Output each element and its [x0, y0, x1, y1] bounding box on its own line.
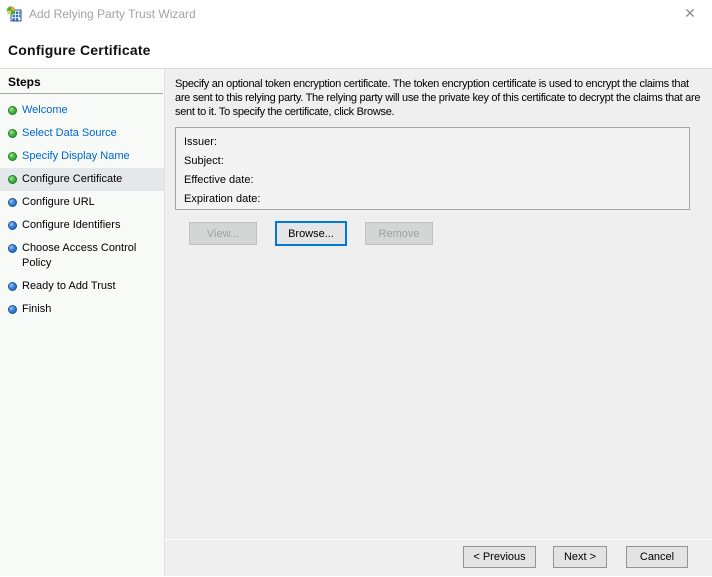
page-title: Configure Certificate [8, 41, 151, 58]
step-pending-icon [8, 244, 17, 253]
step-current-icon [8, 175, 17, 184]
previous-button[interactable]: < Previous [463, 546, 536, 568]
remove-button: Remove [365, 222, 433, 245]
step-description: Specify an optional token encryption cer… [175, 78, 701, 118]
steps-heading: Steps [0, 75, 163, 94]
step-done-icon [8, 129, 17, 138]
certificate-field-expiration-date: Expiration date: [184, 193, 261, 205]
close-icon[interactable]: ✕ [678, 2, 702, 24]
certificate-field-issuer: Issuer: [184, 136, 218, 148]
window-title: Add Relying Party Trust Wizard [29, 6, 196, 21]
sidebar-item-choose-access-control-policy: Choose Access Control Policy [0, 237, 164, 275]
main-content: Specify an optional token encryption cer… [165, 69, 712, 576]
step-pending-icon [8, 305, 17, 314]
sidebar-item-finish: Finish [0, 298, 164, 321]
next-button[interactable]: Next > [553, 546, 607, 568]
sidebar-item-specify-display-name[interactable]: Specify Display Name [0, 145, 164, 168]
certificate-field-subject: Subject: [184, 155, 224, 167]
step-done-icon [8, 152, 17, 161]
step-pending-icon [8, 221, 17, 230]
sidebar-item-ready-to-add-trust: Ready to Add Trust [0, 275, 164, 298]
sidebar-item-configure-certificate: Configure Certificate [0, 168, 164, 191]
cancel-button[interactable]: Cancel [626, 546, 688, 568]
browse-button[interactable]: Browse... [275, 221, 347, 246]
certificate-field-effective-date: Effective date: [184, 174, 254, 186]
steps-list: Welcome Select Data Source Specify Displ… [0, 99, 164, 321]
wizard-window: Add Relying Party Trust Wizard ✕ Configu… [0, 0, 712, 577]
view-button: View... [189, 222, 257, 245]
step-done-icon [8, 106, 17, 115]
certificate-details-box: Issuer: Subject: Effective date: Expirat… [175, 127, 690, 210]
footer-buttons: < Previous Next > Cancel [463, 546, 688, 568]
steps-sidebar: Steps Welcome Select Data Source Specify… [0, 69, 165, 576]
step-pending-icon [8, 282, 17, 291]
step-pending-icon [8, 198, 17, 207]
sidebar-item-welcome[interactable]: Welcome [0, 99, 164, 122]
footer-divider [165, 539, 712, 540]
adfs-icon [6, 5, 22, 22]
certificate-actions: View... Browse... Remove [175, 221, 703, 246]
page-heading-bar: Configure Certificate [0, 27, 712, 69]
sidebar-item-configure-identifiers: Configure Identifiers [0, 214, 164, 237]
title-bar: Add Relying Party Trust Wizard ✕ [0, 0, 712, 27]
sidebar-item-select-data-source[interactable]: Select Data Source [0, 122, 164, 145]
sidebar-item-configure-url: Configure URL [0, 191, 164, 214]
